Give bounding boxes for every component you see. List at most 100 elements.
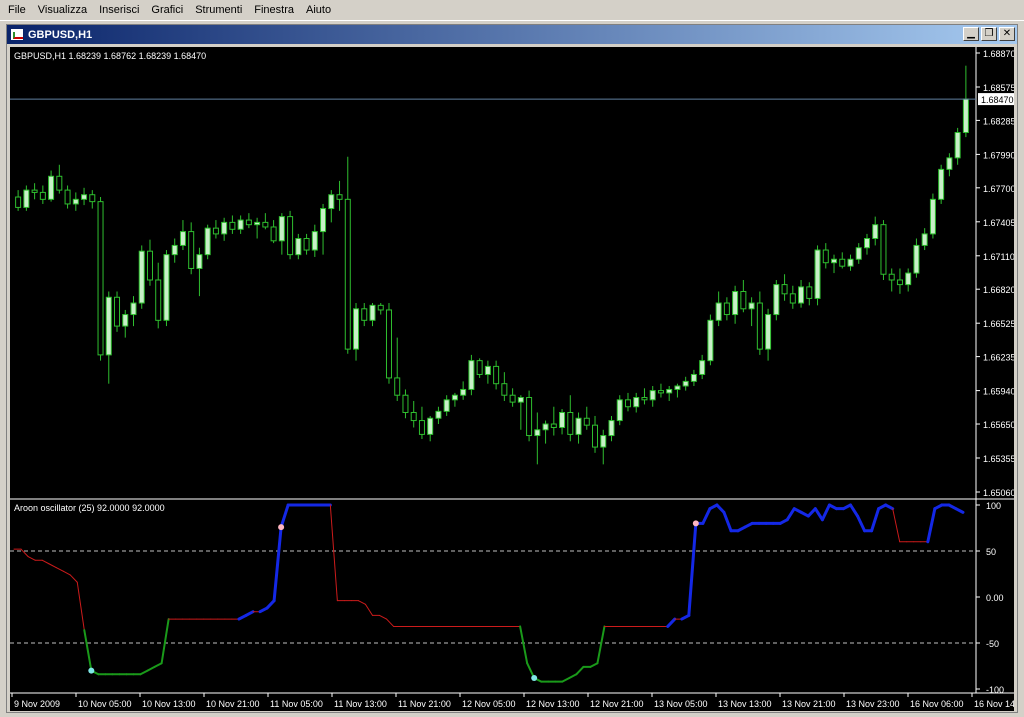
bullish-candle [616, 399, 623, 422]
current-price-label: 1.68470 [981, 95, 1014, 105]
bullish-candle [138, 250, 145, 304]
restore-button[interactable]: ❒ [981, 27, 997, 41]
bullish-candle [954, 132, 961, 159]
bearish-candle [592, 424, 599, 448]
menu-item-file[interactable]: File [2, 0, 32, 21]
bearish-candle [657, 390, 664, 394]
bullish-candle [72, 198, 79, 205]
oscillator-segment [892, 508, 901, 543]
oscillator-segment [357, 600, 366, 605]
bullish-candle [913, 244, 920, 274]
bearish-candle [262, 221, 269, 228]
bearish-candle [822, 249, 829, 264]
bearish-candle [287, 216, 294, 256]
menu-item-aiuto[interactable]: Aiuto [300, 0, 337, 21]
bullish-candle [81, 194, 88, 200]
bullish-candle [814, 249, 821, 299]
bullish-candle [575, 417, 582, 435]
time-axis-label: 10 Nov 13:00 [142, 699, 196, 709]
price-axis-label: 1.67700 [983, 184, 1014, 194]
bearish-candle [880, 224, 887, 275]
oscillator-segment [589, 662, 599, 668]
bullish-candle [484, 365, 491, 375]
menu-item-grafici[interactable]: Grafici [145, 0, 189, 21]
bearish-candle [155, 279, 162, 321]
bullish-candle [715, 302, 722, 321]
bearish-candle [394, 377, 401, 396]
chart-window: GBPUSD,H1 ▁ ❒ ✕ 1.68870 1.68575 1.68285 1.6… [6, 24, 1018, 713]
signal-dot-low [88, 667, 95, 674]
time-axis-label: 13 Nov 21:00 [782, 699, 836, 709]
bearish-candle [385, 309, 392, 379]
oscillator-segment [568, 673, 578, 679]
oscillator-segment [76, 581, 85, 631]
window-titlebar[interactable]: GBPUSD,H1 ▁ ❒ ✕ [7, 25, 1017, 44]
oscillator-segment [519, 625, 529, 665]
bearish-candle [344, 198, 351, 350]
time-axis-label: 16 Nov 14:00 [974, 699, 1014, 709]
oscillator-segment [561, 676, 571, 683]
oscillator-segment [272, 525, 283, 603]
bullish-candle [328, 194, 335, 210]
bearish-candle [188, 231, 195, 269]
time-axis-label: 9 Nov 2009 [14, 699, 60, 709]
oscillator-segment [849, 503, 860, 518]
oscillator-segment [153, 662, 163, 668]
oscillator-axis-label: -100 [986, 685, 1004, 695]
oscillator-segment [48, 563, 57, 569]
bullish-candle [163, 254, 170, 321]
chart-window-icon [10, 28, 24, 41]
bullish-candle [320, 208, 327, 233]
bullish-candle [649, 390, 656, 401]
bullish-candle [353, 308, 360, 350]
bullish-candle [962, 98, 969, 134]
time-axis-label: 11 Nov 21:00 [398, 699, 451, 709]
menu-item-visualizza[interactable]: Visualizza [32, 0, 93, 21]
bullish-candle [905, 272, 912, 286]
oscillator-segment [820, 503, 831, 522]
bullish-candle [204, 227, 211, 256]
bullish-candle [295, 238, 302, 256]
oscillator-segment [146, 665, 156, 672]
oscillator-segment [20, 548, 29, 558]
menu-item-finestra[interactable]: Finestra [248, 0, 300, 21]
bearish-candle [418, 420, 425, 435]
bearish-candle [723, 302, 730, 316]
window-title: GBPUSD,H1 [28, 28, 93, 41]
bearish-candle [624, 399, 631, 408]
price-axis-label: 1.67405 [983, 218, 1014, 228]
bearish-candle [740, 291, 747, 310]
bearish-candle [336, 194, 343, 200]
price-axis-label: 1.66235 [983, 353, 1014, 363]
bearish-candle [806, 286, 813, 299]
time-axis-label: 12 Nov 21:00 [590, 699, 644, 709]
bearish-candle [896, 279, 903, 286]
bullish-candle [674, 385, 681, 390]
oscillator-segment [265, 599, 276, 610]
minimize-button[interactable]: ▁ [963, 27, 979, 41]
price-axis-label: 1.68870 [983, 49, 1014, 59]
bearish-candle [303, 238, 310, 251]
menu-item-strumenti[interactable]: Strumenti [189, 0, 248, 21]
bullish-candle [699, 360, 706, 375]
menu-item-inserisci[interactable]: Inserisci [93, 0, 145, 21]
bearish-candle [781, 284, 788, 295]
bearish-candle [410, 411, 417, 422]
bullish-candle [542, 423, 549, 431]
bearish-candle [583, 417, 590, 426]
bullish-candle [221, 221, 228, 235]
bearish-candle [476, 360, 483, 375]
time-axis-label: 16 Nov 06:00 [910, 699, 964, 709]
close-button[interactable]: ✕ [999, 27, 1015, 41]
bullish-candle [122, 314, 129, 327]
oscillator-segment [139, 669, 149, 676]
bullish-candle [435, 410, 442, 419]
price-axis-label: 1.65060 [983, 488, 1014, 498]
bullish-candle [863, 238, 870, 249]
oscillator-segment [954, 507, 965, 514]
time-axis-label: 10 Nov 05:00 [78, 699, 132, 709]
bearish-candle [567, 411, 574, 435]
bullish-candle [196, 254, 203, 269]
chart-canvas[interactable]: 1.68870 1.68575 1.68285 1.67990 1.67700 1.674… [10, 47, 1014, 711]
oscillator-axis-label: 0.00 [986, 593, 1004, 603]
